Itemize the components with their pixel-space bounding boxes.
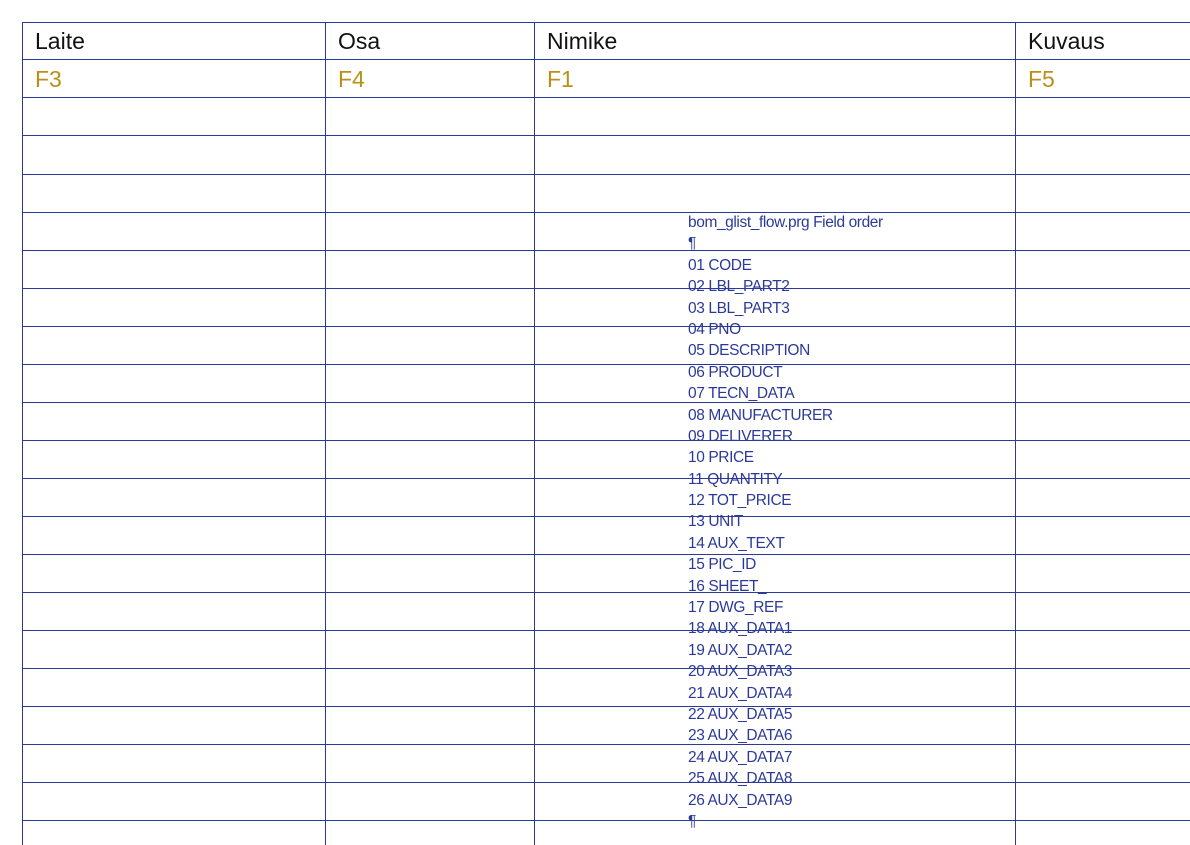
note-field-item: 23 AUX_DATA6	[688, 727, 793, 745]
column-divider	[1015, 22, 1016, 845]
header-osa: Osa	[338, 28, 381, 54]
note-field-item: 16 SHEET_	[688, 577, 767, 595]
note-field-item: 04 PNO	[688, 320, 741, 338]
note-field-item: 22 AUX_DATA5	[688, 705, 793, 723]
note-field-item: 14 AUX_TEXT	[688, 534, 785, 552]
column-divider	[22, 22, 23, 845]
header-laite: Laite	[35, 28, 85, 54]
note-field-item: 24 AUX_DATA7	[688, 748, 793, 766]
note-field-item: 21 AUX_DATA4	[688, 684, 793, 702]
note-field-item: 15 PIC_ID	[688, 556, 756, 574]
note-field-item: 25 AUX_DATA8	[688, 770, 793, 788]
note-field-item: 20 AUX_DATA3	[688, 663, 793, 681]
column-divider	[534, 22, 535, 845]
note-field-item: 12 TOT_PRICE	[688, 492, 792, 510]
field-order-note: bom_glist_flow.prg Field order ¶ 01 CODE…	[688, 212, 883, 832]
note-field-item: 08 MANUFACTURER	[688, 406, 833, 424]
note-field-item: 02 LBL_PART2	[688, 278, 790, 296]
note-field-item: 05 DESCRIPTION	[688, 342, 810, 360]
pilcrow-mark: ¶	[688, 235, 696, 253]
note-field-item: 18 AUX_DATA1	[688, 620, 793, 638]
field-code-nimike: F1	[547, 66, 574, 92]
note-field-item: 19 AUX_DATA2	[688, 641, 793, 659]
note-title: bom_glist_flow.prg Field order	[688, 214, 883, 231]
field-code-kuvaus: F5	[1028, 66, 1055, 92]
note-field-item: 10 PRICE	[688, 449, 754, 467]
note-field-item: 11 QUANTITY	[688, 470, 783, 488]
note-field-item: 01 CODE	[688, 256, 752, 274]
note-field-item: 26 AUX_DATA9	[688, 791, 793, 809]
column-divider	[325, 22, 326, 845]
header-nimike: Nimike	[547, 28, 618, 54]
note-field-item: 06 PRODUCT	[688, 363, 783, 381]
note-field-item: 13 UNIT	[688, 513, 743, 531]
field-code-laite: F3	[35, 66, 62, 92]
note-field-item: 03 LBL_PART3	[688, 299, 790, 317]
note-field-list: 01 CODE 02 LBL_PART2 03 LBL_PART3 04 PNO 05 …	[688, 255, 883, 811]
header-kuvaus: Kuvaus	[1028, 28, 1105, 54]
note-field-item: 17 DWG_REF	[688, 599, 784, 617]
note-field-item: 07 TECN_DATA	[688, 385, 795, 403]
table-grid	[0, 0, 1190, 845]
field-code-osa: F4	[338, 66, 365, 92]
end-pilcrow-mark: ¶	[688, 812, 696, 830]
note-field-item: 09 DELIVERER	[688, 427, 793, 445]
